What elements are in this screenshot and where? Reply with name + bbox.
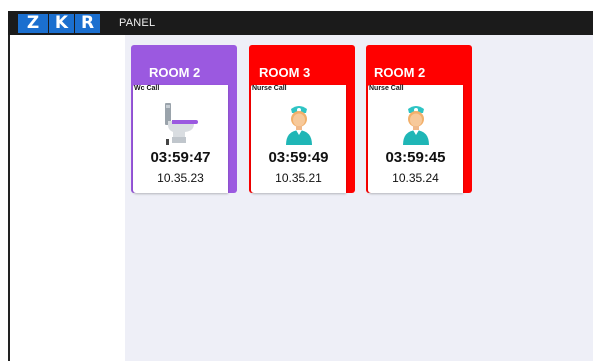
panel-label: PANEL bbox=[119, 17, 156, 29]
logo-letter: R bbox=[75, 14, 100, 33]
call-card[interactable]: ROOM 2 Nurse Call 03:59:45 10.35.24 bbox=[366, 45, 472, 193]
logo-letter: Z bbox=[18, 14, 48, 33]
call-address: 10.35.24 bbox=[392, 171, 439, 185]
call-type-label: Nurse Call bbox=[252, 85, 287, 92]
call-time: 03:59:47 bbox=[150, 149, 211, 166]
call-address: 10.35.21 bbox=[275, 171, 322, 185]
room-title: ROOM 2 bbox=[374, 65, 426, 80]
call-card-body: Nurse Call 03:59:45 10.35.24 bbox=[368, 85, 463, 193]
app-header: Z K R PANEL bbox=[8, 11, 593, 35]
logo-letter: K bbox=[49, 14, 74, 33]
sidebar bbox=[8, 35, 125, 361]
call-card-body: Wc Call 03:59:47 10.35.23 bbox=[133, 85, 228, 193]
room-title: ROOM 2 bbox=[149, 65, 201, 80]
call-card[interactable]: ROOM 2 Wc Call 03:59:47 10.35.23 bbox=[131, 45, 237, 193]
call-card-body: Nurse Call 03:59:49 10.35.21 bbox=[251, 85, 346, 193]
call-time: 03:59:45 bbox=[385, 149, 446, 166]
room-title: ROOM 3 bbox=[259, 65, 311, 80]
call-time: 03:59:49 bbox=[268, 149, 329, 166]
left-edge bbox=[0, 35, 8, 361]
nurse-icon bbox=[251, 101, 346, 147]
call-card[interactable]: ROOM 3 Nurse Call 03:59:49 10.35.21 bbox=[249, 45, 355, 193]
toilet-icon bbox=[133, 101, 228, 147]
call-address: 10.35.23 bbox=[157, 171, 204, 185]
zkr-logo: Z K R bbox=[18, 14, 100, 33]
call-type-label: Wc Call bbox=[134, 85, 160, 92]
call-type-label: Nurse Call bbox=[369, 85, 404, 92]
nurse-icon bbox=[368, 101, 463, 147]
